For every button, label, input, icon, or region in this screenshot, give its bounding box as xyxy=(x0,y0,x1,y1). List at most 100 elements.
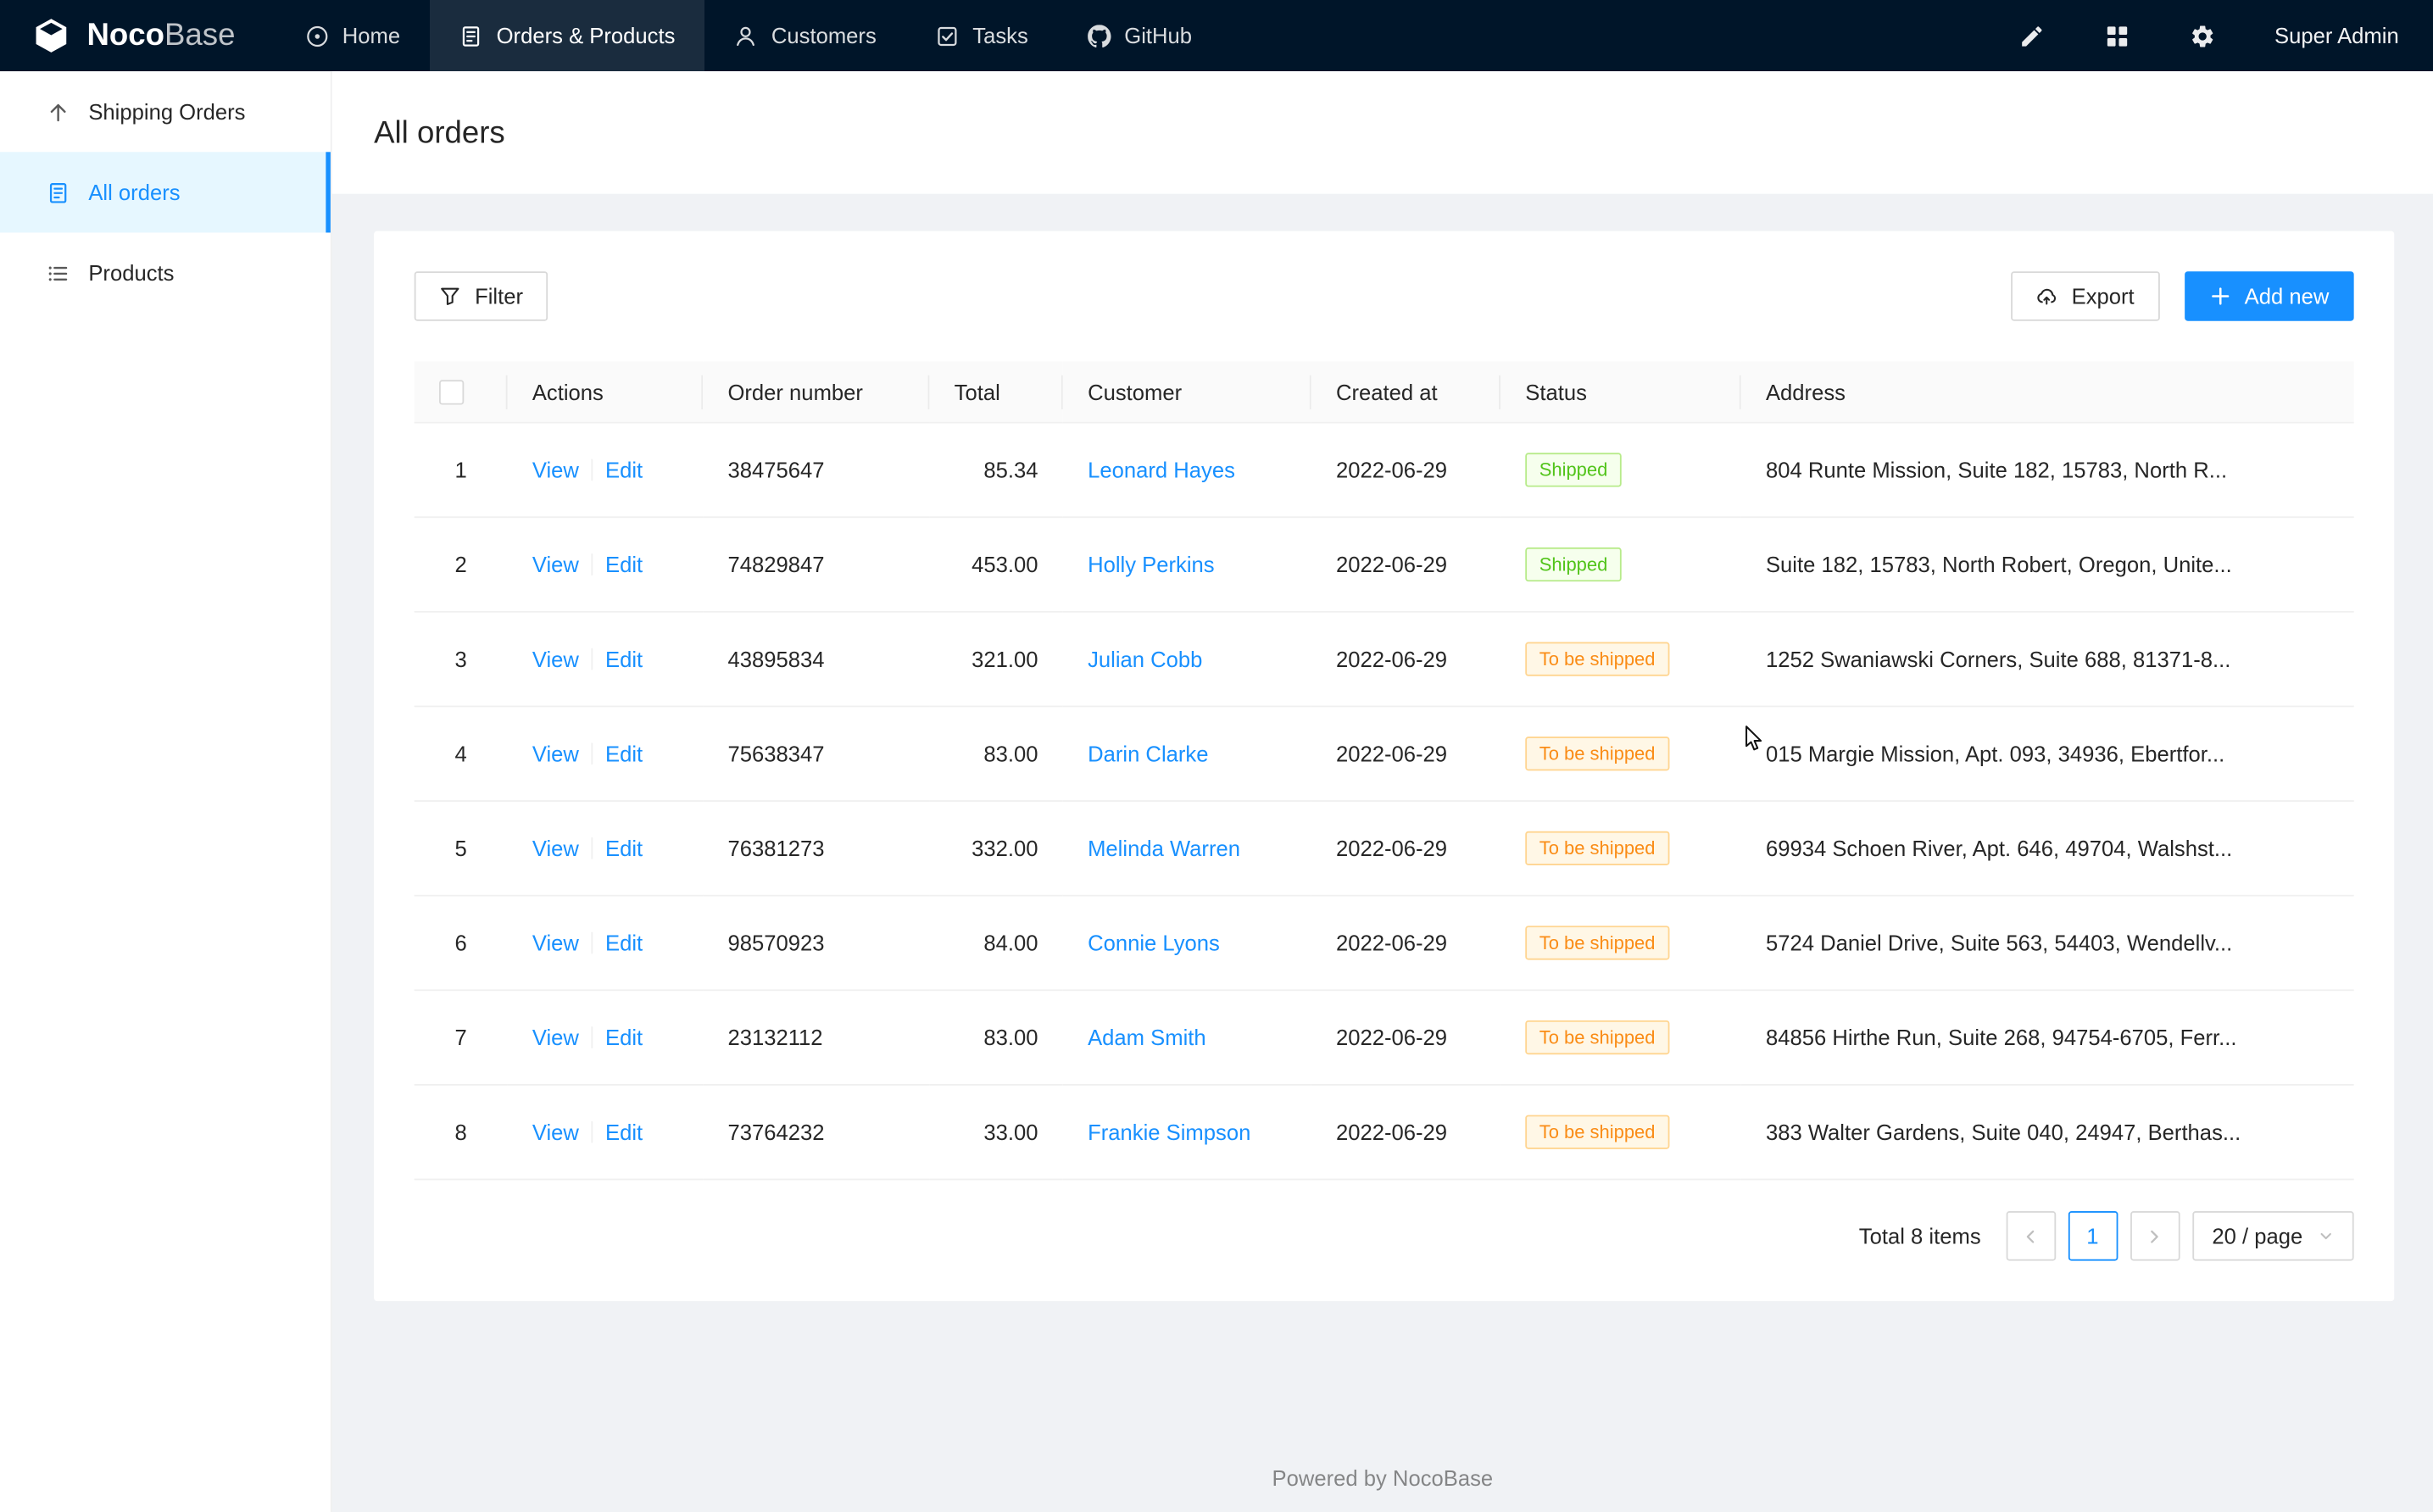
list-icon xyxy=(47,261,70,284)
address-cell: 383 Walter Gardens, Suite 040, 24947, Be… xyxy=(1741,1085,2354,1180)
customer-link[interactable]: Adam Smith xyxy=(1088,1026,1206,1050)
row-index: 3 xyxy=(415,612,508,707)
edit-link[interactable]: Edit xyxy=(605,458,643,482)
nav-item-customers[interactable]: Customers xyxy=(704,0,905,71)
view-link[interactable]: View xyxy=(532,648,579,672)
export-button[interactable]: Export xyxy=(2011,271,2159,321)
customer-link[interactable]: Holly Perkins xyxy=(1088,553,1215,577)
sidebar-item-products[interactable]: Products xyxy=(0,232,331,313)
plus-icon xyxy=(2209,286,2231,308)
add-new-button[interactable]: Add new xyxy=(2184,271,2353,321)
page-size-select[interactable]: 20 / page xyxy=(2192,1212,2354,1262)
status-cell: To be shipped xyxy=(1500,896,1741,991)
column-header-total: Total xyxy=(929,361,1062,423)
customer-cell: Frankie Simpson xyxy=(1063,1085,1311,1180)
cloud-upload-icon xyxy=(2036,286,2058,308)
actions-cell: View Edit xyxy=(508,896,704,991)
sidebar-item-shipping-orders[interactable]: Shipping Orders xyxy=(0,71,331,152)
edit-link[interactable]: Edit xyxy=(605,931,643,955)
created-at-cell: 2022-06-29 xyxy=(1311,802,1500,897)
app-root: NocoBase Home Orders & Products Customer… xyxy=(0,0,2433,1512)
action-divider xyxy=(592,932,593,954)
chevron-left-icon xyxy=(2022,1228,2039,1245)
customer-link[interactable]: Darin Clarke xyxy=(1088,742,1208,766)
column-header-customer: Customer xyxy=(1063,361,1311,423)
total-cell: 85.34 xyxy=(929,423,1062,518)
customer-link[interactable]: Frankie Simpson xyxy=(1088,1120,1250,1145)
row-index: 6 xyxy=(415,896,508,991)
next-page-button[interactable] xyxy=(2130,1212,2180,1262)
customer-link[interactable]: Leonard Hayes xyxy=(1088,458,1235,482)
total-cell: 453.00 xyxy=(929,518,1062,613)
edit-link[interactable]: Edit xyxy=(605,837,643,861)
brand-name-bold: Noco xyxy=(87,18,165,52)
action-divider xyxy=(592,554,593,576)
customer-cell: Darin Clarke xyxy=(1063,707,1311,802)
nav-item-orders-products[interactable]: Orders & Products xyxy=(430,0,704,71)
created-at-cell: 2022-06-29 xyxy=(1311,518,1500,613)
customer-link[interactable]: Connie Lyons xyxy=(1088,931,1220,955)
created-at-cell: 2022-06-29 xyxy=(1311,991,1500,1086)
status-cell: To be shipped xyxy=(1500,1085,1741,1180)
filter-button[interactable]: Filter xyxy=(415,271,548,321)
customers-icon xyxy=(734,24,757,47)
status-badge: To be shipped xyxy=(1525,1021,1669,1055)
github-icon xyxy=(1087,24,1110,47)
edit-link[interactable]: Edit xyxy=(605,742,643,766)
nav-item-label: Customers xyxy=(771,23,877,47)
brand[interactable]: NocoBase xyxy=(31,0,236,71)
row-index: 8 xyxy=(415,1085,508,1180)
plugins-grid-icon[interactable] xyxy=(2104,23,2130,49)
status-cell: To be shipped xyxy=(1500,802,1741,897)
created-at-cell: 2022-06-29 xyxy=(1311,612,1500,707)
table-header-row: Actions Order number Total Customer Crea… xyxy=(415,361,2354,423)
edit-link[interactable]: Edit xyxy=(605,648,643,672)
customer-link[interactable]: Julian Cobb xyxy=(1088,648,1202,672)
prev-page-button[interactable] xyxy=(2006,1212,2056,1262)
view-link[interactable]: View xyxy=(532,931,579,955)
address-cell: 804 Runte Mission, Suite 182, 15783, Nor… xyxy=(1741,423,2354,518)
order-number-cell: 74829847 xyxy=(703,518,929,613)
customer-cell: Leonard Hayes xyxy=(1063,423,1311,518)
row-index: 5 xyxy=(415,802,508,897)
table-toolbar: Filter Export xyxy=(415,271,2354,321)
total-cell: 33.00 xyxy=(929,1085,1062,1180)
main-area: All orders Filter xyxy=(332,71,2433,1512)
select-all-checkbox[interactable] xyxy=(439,381,464,405)
view-link[interactable]: View xyxy=(532,1120,579,1145)
nav-item-label: Orders & Products xyxy=(497,23,676,47)
ui-editor-icon[interactable] xyxy=(2018,23,2045,49)
order-number-cell: 76381273 xyxy=(703,802,929,897)
status-cell: Shipped xyxy=(1500,518,1741,613)
table-body: 1 ViewEdit 38475647 85.34 Leonard Hayes … xyxy=(415,423,2354,1180)
edit-link[interactable]: Edit xyxy=(605,1120,643,1145)
status-cell: Shipped xyxy=(1500,423,1741,518)
total-cell: 84.00 xyxy=(929,896,1062,991)
content-area: Filter Export xyxy=(332,194,2433,1302)
nav-item-github[interactable]: GitHub xyxy=(1058,0,1222,71)
order-number-cell: 43895834 xyxy=(703,612,929,707)
chevron-right-icon xyxy=(2146,1228,2163,1245)
view-link[interactable]: View xyxy=(532,458,579,482)
column-header-status: Status xyxy=(1500,361,1741,423)
sidebar-item-all-orders[interactable]: All orders xyxy=(0,152,331,232)
action-divider xyxy=(592,743,593,765)
current-page-button[interactable]: 1 xyxy=(2068,1212,2118,1262)
created-at-cell: 2022-06-29 xyxy=(1311,423,1500,518)
nav-item-home[interactable]: Home xyxy=(276,0,430,71)
settings-gear-icon[interactable] xyxy=(2189,23,2215,49)
edit-link[interactable]: Edit xyxy=(605,553,643,577)
address-cell: 015 Margie Mission, Apt. 093, 34936, Ebe… xyxy=(1741,707,2354,802)
customer-link[interactable]: Melinda Warren xyxy=(1088,837,1240,861)
status-badge: To be shipped xyxy=(1525,926,1669,960)
status-cell: To be shipped xyxy=(1500,612,1741,707)
nav-item-tasks[interactable]: Tasks xyxy=(906,0,1058,71)
user-menu[interactable]: Super Admin xyxy=(2274,23,2399,47)
view-link[interactable]: View xyxy=(532,837,579,861)
view-link[interactable]: View xyxy=(532,553,579,577)
column-header-address: Address xyxy=(1741,361,2354,423)
page-size-label: 20 / page xyxy=(2212,1224,2302,1248)
edit-link[interactable]: Edit xyxy=(605,1026,643,1050)
view-link[interactable]: View xyxy=(532,1026,579,1050)
view-link[interactable]: View xyxy=(532,742,579,766)
